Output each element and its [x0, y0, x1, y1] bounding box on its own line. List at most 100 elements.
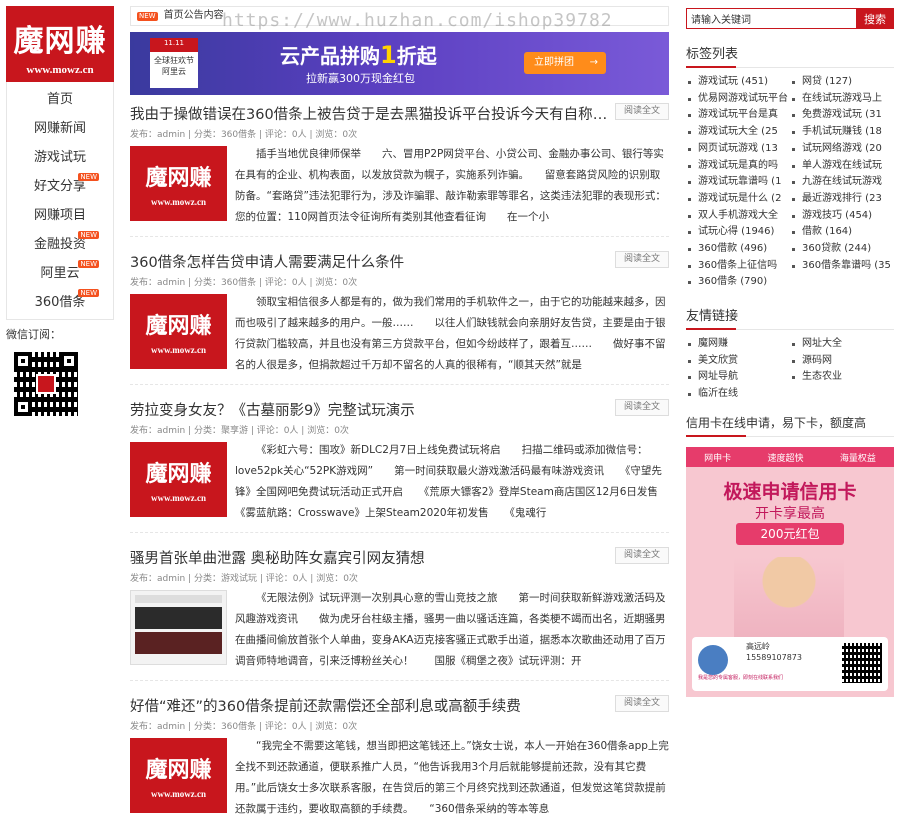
nav-item-label: 网赚新闻: [33, 121, 86, 136]
article-thumbnail[interactable]: 魔网赚 www.mowz.cn: [130, 738, 227, 813]
nav-item-aliyun[interactable]: 阿里云 NEW: [7, 259, 113, 288]
promo-banner[interactable]: 11.11 全球狂欢节 阿里云 云产品拼购1折起 拉新赢300万现金红包 立即拼…: [130, 32, 669, 95]
announcement-text: 首页公告内容: [163, 10, 224, 21]
banner-subline: 拉新赢300万现金红包: [306, 72, 415, 85]
article-meta: 发布：admin | 分类：360借条 | 评论：0人 | 浏览：0次: [130, 278, 358, 288]
site-logo[interactable]: 魔网赚 www.mowz.cn: [6, 6, 114, 82]
tag-link[interactable]: 网页试玩游戏 (13: [686, 141, 790, 158]
nav-item-360-loan[interactable]: 360借条 NEW: [7, 288, 113, 317]
search-button[interactable]: 搜索: [856, 8, 894, 29]
tag-link[interactable]: 360借条靠谱吗 (35: [790, 258, 894, 275]
ad-person-image: [734, 557, 844, 638]
divider: [130, 532, 669, 533]
friend-link[interactable]: 生态农业: [790, 369, 894, 386]
ad-subline: 开卡享最高: [755, 506, 825, 523]
tag-link[interactable]: 游戏试玩靠谱吗 (1: [686, 174, 790, 191]
article-title[interactable]: 好借“难还”的360借条提前还款需偿还全部利息或高额手续费: [130, 695, 615, 716]
nav-item-label: 首页: [46, 92, 73, 107]
tag-link[interactable]: 360贷款 (244): [790, 241, 894, 258]
search-input[interactable]: [686, 8, 856, 29]
ad-bonus: 200元红包: [736, 523, 844, 546]
friend-link[interactable]: 网址导航: [686, 369, 790, 386]
article-title[interactable]: 我由于操做错误在360借条上被告贷于是去黑猫投诉平台投诉今天有自称360...: [130, 103, 615, 124]
nav-item-home[interactable]: 首页: [7, 85, 113, 114]
read-more-button[interactable]: 阅读全文: [615, 695, 669, 712]
article-meta: 发布：admin | 分类：360借条 | 评论：0人 | 浏览：0次: [130, 722, 358, 732]
article-thumbnail[interactable]: 魔网赚 www.mowz.cn: [130, 442, 227, 517]
tag-link[interactable]: 游戏试玩平台是真: [686, 107, 790, 124]
read-more-button[interactable]: 阅读全文: [615, 399, 669, 416]
friend-link[interactable]: 临沂在线: [686, 386, 790, 403]
read-more-button[interactable]: 阅读全文: [615, 547, 669, 564]
tag-link[interactable]: 游戏试玩是真的吗: [686, 158, 790, 175]
links-title: 友情链接: [686, 305, 894, 331]
wechat-qr-code: [14, 352, 78, 416]
nav-item-articles[interactable]: 好文分享 NEW: [7, 172, 113, 201]
ad-feature-bar: 网申卡 速度超快 海量权益: [686, 447, 894, 468]
tag-link[interactable]: 优易网游戏试玩平台: [686, 91, 790, 108]
tag-link[interactable]: 网贷 (127): [790, 74, 894, 91]
announcement-bar[interactable]: NEW 首页公告内容: [130, 6, 669, 26]
main-content: NEW 首页公告内容 11.11 全球狂欢节 阿里云 云产品拼购1折起 拉新赢3…: [130, 6, 669, 815]
logo-title: 魔网赚: [13, 24, 107, 59]
nav-item-label: 游戏试玩: [33, 150, 86, 165]
tag-link[interactable]: 手机试玩赚钱 (18: [790, 124, 894, 141]
friend-link[interactable]: 美文欣赏: [686, 353, 790, 370]
read-more-button[interactable]: 阅读全文: [615, 251, 669, 268]
article-title[interactable]: 360借条怎样告贷申请人需要满足什么条件: [130, 251, 615, 272]
ad-title: 信用卡在线申请，易下卡，额度高: [686, 414, 894, 438]
nav-item-label: 网赚项目: [33, 208, 86, 223]
right-sidebar: 搜索 标签列表 游戏试玩 (451) 网贷 (127) 优易网游戏试玩平台 在线…: [686, 8, 894, 698]
article-summary: 《彩虹六号：围攻》新DLC2月7日上线免费试玩将启 扫描二维码或添加微信号：lo…: [235, 444, 669, 519]
left-sidebar: 魔网赚 www.mowz.cn 首页 网赚新闻 游戏试玩 好文分享 NEW 网赚项…: [6, 6, 114, 416]
tag-link[interactable]: 借款 (164): [790, 224, 894, 241]
ad-qr-code: [842, 643, 882, 684]
avatar: [698, 645, 728, 676]
nav-item-label: 好文分享: [33, 179, 86, 194]
article-summary: “我完全不需要这笔钱，想当即把这笔钱还上。”饶女士说，本人一开始在360借条ap…: [235, 740, 669, 815]
tag-link[interactable]: 试玩心得 (1946): [686, 224, 790, 241]
read-more-button[interactable]: 阅读全文: [615, 103, 669, 120]
tag-link[interactable]: 试玩网络游戏 (20: [790, 141, 894, 158]
banner-box-sub: 全球狂欢节: [154, 56, 194, 65]
tag-link[interactable]: 360借条上征信吗: [686, 258, 790, 275]
article-meta: 发布：admin | 分类：游戏试玩 | 评论：0人 | 浏览：0次: [130, 574, 358, 584]
article-title[interactable]: 骚男首张单曲泄露 奥秘助阵女嘉宾引网友猜想: [130, 547, 615, 568]
contact-name: 高远岭: [746, 642, 770, 652]
tag-link[interactable]: 免费游戏试玩 (31: [790, 107, 894, 124]
nav-item-game-trial[interactable]: 游戏试玩: [7, 143, 113, 172]
friend-link[interactable]: 魔网赚: [686, 336, 790, 353]
new-badge: NEW: [78, 289, 99, 297]
article-meta: 发布：admin | 分类：聚享游 | 评论：0人 | 浏览：0次: [130, 426, 349, 436]
friend-link[interactable]: 源码网: [790, 353, 894, 370]
article-meta: 发布：admin | 分类：360借条 | 评论：0人 | 浏览：0次: [130, 130, 358, 140]
tag-link[interactable]: 360借条 (790): [686, 274, 790, 291]
nav-item-label: 金融投资: [33, 237, 86, 252]
tag-link[interactable]: 游戏试玩大全 (25: [686, 124, 790, 141]
nav-item-news[interactable]: 网赚新闻: [7, 114, 113, 143]
tag-link[interactable]: 游戏试玩是什么 (2: [686, 191, 790, 208]
contact-phone: 15589107873: [746, 653, 802, 663]
tag-link[interactable]: 双人手机游戏大全: [686, 208, 790, 225]
tag-link[interactable]: 单人游戏在线试玩: [790, 158, 894, 175]
friend-link[interactable]: 网址大全: [790, 336, 894, 353]
nav-item-finance[interactable]: 金融投资 NEW: [7, 230, 113, 259]
tag-link[interactable]: 最近游戏排行 (23: [790, 191, 894, 208]
new-badge: NEW: [78, 260, 99, 268]
friend-links: 魔网赚 网址大全 美文欣赏 源码网 网址导航 生态农业 临沂在线: [686, 336, 894, 402]
new-badge: NEW: [78, 173, 99, 181]
tag-link[interactable]: 九游在线试玩游戏: [790, 174, 894, 191]
credit-card-ad[interactable]: 网申卡 速度超快 海量权益 极速申请信用卡 开卡享最高 200元红包 高远岭 155…: [686, 447, 894, 698]
tag-link[interactable]: 360借款 (496): [686, 241, 790, 258]
article-thumbnail[interactable]: 魔网赚 www.mowz.cn: [130, 294, 227, 369]
tag-link[interactable]: 游戏试玩 (451): [686, 74, 790, 91]
article-thumbnail[interactable]: [130, 590, 227, 665]
banner-cta-button[interactable]: 立即拼团 →: [524, 52, 606, 74]
article-title[interactable]: 劳拉变身女友？《古墓丽影9》完整试玩演示: [130, 399, 615, 420]
tag-link[interactable]: 游戏技巧 (454): [790, 208, 894, 225]
tag-link[interactable]: 在线试玩游戏马上: [790, 91, 894, 108]
nav-item-projects[interactable]: 网赚项目: [7, 201, 113, 230]
divider: [130, 384, 669, 385]
arrow-right-icon: →: [589, 57, 598, 68]
article-thumbnail[interactable]: 魔网赚 www.mowz.cn: [130, 146, 227, 221]
